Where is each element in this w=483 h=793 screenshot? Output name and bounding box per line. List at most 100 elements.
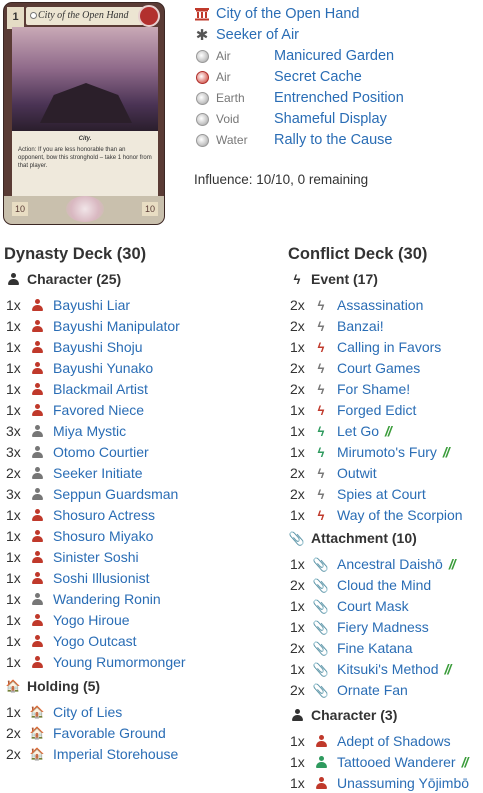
group-label: Event (17) [311,271,378,287]
card-row: 3x Seppun Guardsman [6,484,178,504]
province-link[interactable]: Manicured Garden [274,48,394,64]
card-link[interactable]: Kitsuki's Method [337,661,439,677]
attachment-icon: 📎 [312,661,330,677]
card-row: 2x 📎 Ornate Fan [290,680,408,700]
card-quantity: 1x [290,402,305,418]
card-link[interactable]: Sinister Soshi [53,549,139,565]
card-quantity: 2x [290,682,305,698]
stronghold-link[interactable]: City of the Open Hand [216,6,359,22]
card-link[interactable]: Assassination [337,297,423,313]
influence-summary: Influence: 10/10, 0 remaining [194,172,369,187]
card-link[interactable]: Bayushi Manipulator [53,318,180,334]
card-quantity: 1x [6,507,21,523]
province-link[interactable]: Shameful Display [274,111,387,127]
card-link[interactable]: Way of the Scorpion [337,507,463,523]
character-icon [30,635,44,647]
stronghold-card-image[interactable]: 1 City of the Open Hand City. Action: If… [3,2,165,225]
stronghold-icon [195,7,209,21]
card-link[interactable]: Banzai! [337,318,384,334]
card-title: City of the Open Hand [26,7,144,25]
character-icon [30,614,44,626]
card-link[interactable]: Let Go [337,423,379,439]
province-link[interactable]: Entrenched Position [274,90,404,106]
card-row: 1x Adept of Shadows [290,731,451,751]
card-link[interactable]: Wandering Ronin [53,591,161,607]
card-link[interactable]: Outwit [337,465,377,481]
dynasty-holding-group-title: 🏠 Holding (5) [6,678,101,694]
card-row: 1x Bayushi Liar [6,295,130,315]
card-quantity: 1x [6,654,21,670]
card-link[interactable]: Bayushi Liar [53,297,130,313]
card-link[interactable]: Ancestral Daishō [337,556,443,572]
event-icon: ϟ [317,318,325,334]
character-icon [30,467,44,479]
province-link[interactable]: Rally to the Cause [274,132,392,148]
card-quantity: 1x [290,733,305,749]
character-icon [30,488,44,500]
event-icon: ϟ [317,402,325,418]
province-link[interactable]: Secret Cache [274,69,362,85]
character-icon [30,509,44,521]
card-link[interactable]: Imperial Storehouse [53,746,178,762]
card-link[interactable]: Unassuming Yōjimbō [337,775,469,791]
card-link[interactable]: Fine Katana [337,640,413,656]
card-link[interactable]: City of Lies [53,704,122,720]
card-quantity: 1x [290,598,305,614]
earth-ring-icon [195,91,209,105]
card-link[interactable]: Otomo Courtier [53,444,149,460]
card-link[interactable]: Seppun Guardsman [53,486,178,502]
event-icon: ϟ [317,486,325,502]
card-quantity: 1x [290,661,305,677]
card-link[interactable]: Court Mask [337,598,409,614]
splash-marker-icon: // [442,444,450,460]
card-link[interactable]: Miya Mystic [53,423,126,439]
card-link[interactable]: Favorable Ground [53,725,166,741]
card-row: 1x Unassuming Yōjimbō [290,773,469,793]
card-link[interactable]: Shosuro Miyako [53,528,153,544]
card-link[interactable]: Adept of Shadows [337,733,451,749]
card-trait: City. [78,136,92,142]
card-link[interactable]: Blackmail Artist [53,381,148,397]
card-quantity: 1x [290,775,305,791]
role-link[interactable]: Seeker of Air [216,27,299,43]
card-link[interactable]: Calling in Favors [337,339,441,355]
card-link[interactable]: Young Rumormonger [53,654,186,670]
character-icon [30,320,44,332]
card-link[interactable]: For Shame! [337,381,410,397]
card-link[interactable]: Cloud the Mind [337,577,431,593]
group-label: Attachment (10) [311,530,417,546]
card-link[interactable]: Bayushi Shoju [53,339,143,355]
card-row: 1x Soshi Illusionist [6,568,150,588]
card-link[interactable]: Seeker Initiate [53,465,143,481]
card-link[interactable]: Soshi Illusionist [53,570,150,586]
card-link[interactable]: Forged Edict [337,402,416,418]
card-link[interactable]: Tattooed Wanderer [337,754,456,770]
card-link[interactable]: Yogo Hiroue [53,612,130,628]
attachment-icon: 📎 [312,556,330,572]
holding-icon: 🏠 [29,705,45,719]
character-icon [30,551,44,563]
conflict-event-group-title: ϟ Event (17) [290,271,378,287]
group-label: Character (3) [311,707,398,723]
event-icon: ϟ [317,423,325,439]
card-row: 1x ϟ Mirumoto's Fury // [290,442,450,462]
card-link[interactable]: Ornate Fan [337,682,408,698]
card-link[interactable]: Court Games [337,360,420,376]
card-bonus: 1 [7,7,24,29]
card-link[interactable]: Mirumoto's Fury [337,444,437,460]
character-icon [30,299,44,311]
card-link[interactable]: Yogo Outcast [53,633,137,649]
card-quantity: 1x [6,570,21,586]
card-link[interactable]: Spies at Court [337,486,426,502]
scorpion-clan-seal-icon [138,5,160,27]
card-quantity: 1x [6,360,21,376]
card-row: 1x Yogo Hiroue [6,610,130,630]
event-icon: ϟ [317,507,325,523]
card-bottom-bar: 10 10 [4,196,164,224]
event-icon: ϟ [293,271,301,287]
card-link[interactable]: Bayushi Yunako [53,360,153,376]
card-link[interactable]: Fiery Madness [337,619,429,635]
card-link[interactable]: Shosuro Actress [53,507,155,523]
card-link[interactable]: Favored Niece [53,402,144,418]
card-quantity: 3x [6,486,21,502]
